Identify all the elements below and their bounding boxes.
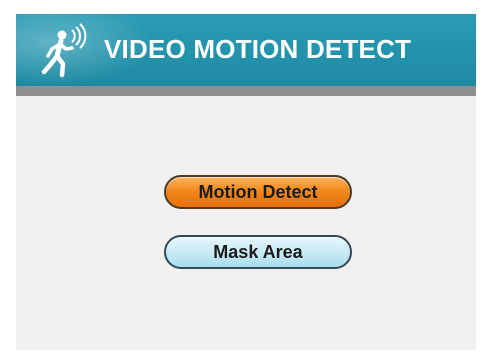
walking-person-wireless-icon: [41, 23, 87, 78]
video-motion-detect-screen: VIDEO MOTION DETECT Motion Detect Mask A…: [16, 14, 476, 350]
header-divider: [16, 86, 476, 96]
header-banner: VIDEO MOTION DETECT: [16, 14, 476, 86]
motion-detect-button[interactable]: Motion Detect: [164, 175, 352, 209]
page-title: VIDEO MOTION DETECT: [104, 34, 412, 64]
mask-area-button[interactable]: Mask Area: [164, 235, 352, 269]
